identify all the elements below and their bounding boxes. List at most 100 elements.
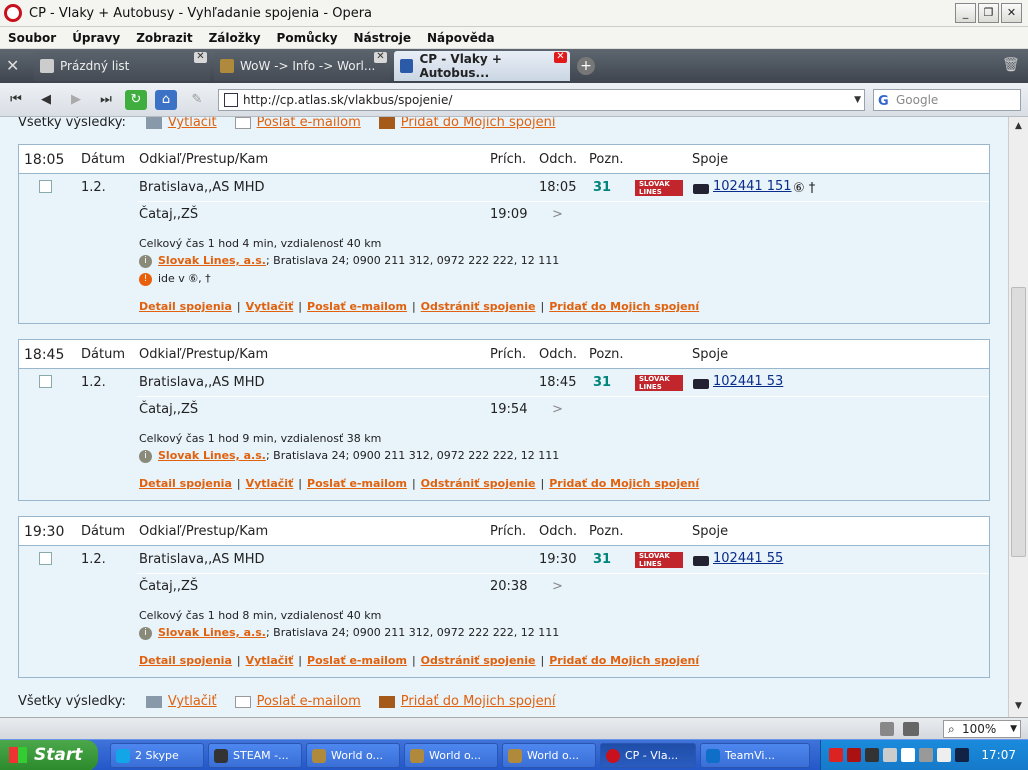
select-checkbox[interactable] (39, 552, 52, 565)
select-checkbox[interactable] (39, 375, 52, 388)
add-link[interactable]: Pridať do Mojich spojení (378, 694, 555, 709)
scroll-up-icon[interactable]: ▲ (1011, 119, 1026, 134)
magnifier-icon: ⌕ (948, 722, 955, 736)
row-links: Detail spojenia | Vytlačiť | Poslať e-mailom… (139, 300, 700, 313)
fast-forward-icon[interactable]: ⏭ (95, 90, 117, 110)
print-link[interactable]: Vytlačiť (246, 477, 294, 490)
start-button[interactable]: Start (0, 740, 98, 770)
menu-tools[interactable]: Nástroje (354, 31, 411, 45)
connection-link[interactable]: 102441 151 (713, 179, 792, 194)
email-link[interactable]: Poslať e-mailom (307, 300, 407, 313)
result-header: 18:45 Dátum Odkiaľ/Prestup/Kam Prích. Od… (19, 340, 989, 369)
network-icon[interactable] (883, 748, 897, 762)
reload-icon[interactable]: ↻ (125, 90, 147, 110)
select-checkbox[interactable] (39, 180, 52, 193)
chevron-down-icon[interactable]: ▼ (854, 90, 861, 110)
remove-link[interactable]: Odstrániť spojenie (421, 300, 536, 313)
forward-icon[interactable]: ▶ (65, 90, 87, 110)
chevron-right-icon: > (552, 402, 563, 417)
carrier-link[interactable]: Slovak Lines, a.s. (158, 254, 266, 267)
email-link[interactable]: Poslať e-mailom (307, 654, 407, 667)
menu-view[interactable]: Zobrazit (136, 31, 192, 45)
tray-icon[interactable] (829, 748, 843, 762)
result-card: 18:05 Dátum Odkiaľ/Prestup/Kam Prích. Od… (18, 144, 990, 324)
menu-tools-widgets[interactable]: Pomůcky (277, 31, 338, 45)
back-icon[interactable]: ◀ (35, 90, 57, 110)
carrier-link[interactable]: Slovak Lines, a.s. (158, 449, 266, 462)
tab-wow[interactable]: WoW -> Info -> Worl... ✕ (214, 51, 390, 81)
menu-file[interactable]: Soubor (8, 31, 56, 45)
add-link[interactable]: Pridať do Mojich spojení (378, 117, 555, 130)
tab-bar: ✕ Prázdný list ✕ WoW -> Info -> Worl... … (0, 49, 1028, 83)
detail-link[interactable]: Detail spojenia (139, 654, 232, 667)
tray-icon[interactable] (847, 748, 861, 762)
carrier-link[interactable]: Slovak Lines, a.s. (158, 626, 266, 639)
info-icon: i (139, 626, 152, 640)
panda-icon[interactable] (901, 748, 915, 762)
address-field[interactable]: http://cp.atlas.sk/vlakbus/spojenie/ ▼ (218, 89, 865, 111)
rewind-icon[interactable]: ⏮ (5, 90, 27, 110)
print-link[interactable]: Vytlačiť (246, 300, 294, 313)
steam-icon[interactable] (865, 748, 879, 762)
tab-cp[interactable]: CP - Vlaky + Autobus... ✕ (394, 51, 570, 81)
remove-link[interactable]: Odstrániť spojenie (421, 654, 536, 667)
zoom-select[interactable]: ⌕ 100% ▼ (943, 720, 1021, 738)
tab-blank[interactable]: Prázdný list ✕ (34, 51, 210, 81)
menu-edit[interactable]: Úpravy (72, 31, 120, 45)
print-link[interactable]: Vytlačiť (145, 694, 217, 709)
task-wow-1[interactable]: World o... (306, 743, 400, 768)
search-field[interactable]: G Google (873, 89, 1021, 111)
add-link[interactable]: Pridať do Mojich spojení (549, 477, 699, 490)
restore-button[interactable]: ❐ (978, 3, 999, 23)
print-link[interactable]: Vytlačiť (246, 654, 294, 667)
tab-close-icon[interactable]: ✕ (554, 52, 567, 63)
task-skype[interactable]: 2 Skype (110, 743, 204, 768)
result-card: 18:45 Dátum Odkiaľ/Prestup/Kam Prích. Od… (18, 339, 990, 501)
task-teamviewer[interactable]: TeamVi... (700, 743, 810, 768)
scroll-down-icon[interactable]: ▼ (1011, 699, 1026, 714)
connection-link[interactable]: 102441 55 (713, 551, 783, 566)
detail-link[interactable]: Detail spojenia (139, 300, 232, 313)
connection-link[interactable]: 102441 53 (713, 374, 783, 389)
remove-link[interactable]: Odstrániť spojenie (421, 477, 536, 490)
camera-icon[interactable] (903, 722, 919, 736)
close-button[interactable]: ✕ (1001, 3, 1022, 23)
chevron-right-icon: > (552, 579, 563, 594)
route-row: 1.2. Bratislava,,AS MHD 19:30 31 SLOVAK … (19, 547, 989, 573)
vertical-scrollbar[interactable]: ▲ ▼ (1008, 117, 1028, 717)
task-wow-3[interactable]: World o... (502, 743, 596, 768)
print-link[interactable]: Vytlačiť (145, 117, 217, 130)
trash-icon[interactable]: 🗑 (1002, 57, 1020, 75)
task-steam[interactable]: STEAM -... (208, 743, 302, 768)
new-tab-icon[interactable]: + (577, 57, 595, 75)
minimize-button[interactable]: _ (955, 3, 976, 23)
wand-icon[interactable]: ✎ (186, 90, 208, 110)
email-link[interactable]: Poslať e-mailom (234, 117, 361, 130)
printer-icon (145, 695, 162, 708)
tray-icon[interactable] (937, 748, 951, 762)
speaker-icon[interactable] (919, 748, 933, 762)
scroll-thumb[interactable] (1011, 287, 1026, 557)
page-content: Všetky výsledky: Vytlačiť Poslať e-mailo… (0, 117, 1008, 717)
task-opera[interactable]: CP - Vla... (600, 743, 696, 768)
tab-close-icon[interactable]: ✕ (194, 52, 207, 63)
email-link[interactable]: Poslať e-mailom (307, 477, 407, 490)
task-wow-2[interactable]: World o... (404, 743, 498, 768)
tray-icon[interactable] (955, 748, 969, 762)
envelope-icon (234, 695, 251, 708)
panel-icon[interactable] (880, 722, 894, 736)
home-icon[interactable]: ⌂ (155, 90, 177, 110)
page-icon (224, 93, 238, 107)
result-card: 19:30 Dátum Odkiaľ/Prestup/Kam Prích. Od… (18, 516, 990, 678)
tools-icon[interactable]: ✕ (6, 57, 26, 75)
email-link[interactable]: Poslať e-mailom (234, 694, 361, 709)
menu-bookmarks[interactable]: Záložky (209, 31, 261, 45)
route-row: 1.2. Bratislava,,AS MHD 18:05 31 SLOVAK … (19, 175, 989, 201)
add-link[interactable]: Pridať do Mojich spojení (549, 300, 699, 313)
detail-link[interactable]: Detail spojenia (139, 477, 232, 490)
menu-help[interactable]: Nápověda (427, 31, 495, 45)
add-link[interactable]: Pridať do Mojich spojení (549, 654, 699, 667)
tab-close-icon[interactable]: ✕ (374, 52, 387, 63)
wow-icon (220, 59, 234, 73)
opera-icon (606, 749, 620, 763)
